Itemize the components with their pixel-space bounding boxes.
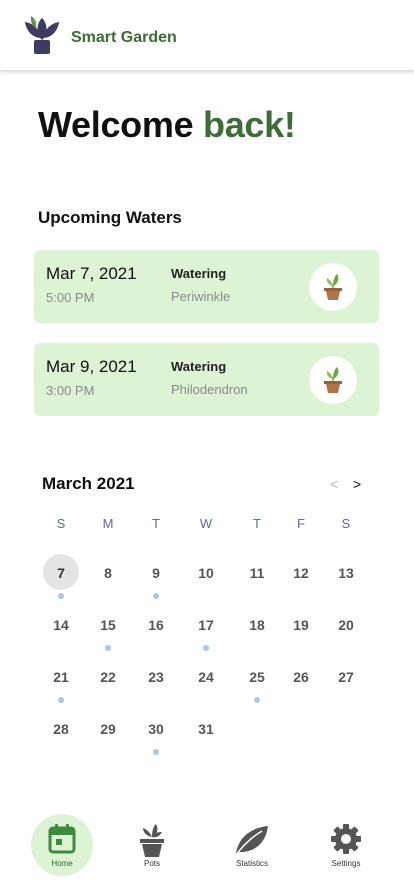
- calendar-month-title: March 2021: [42, 474, 135, 493]
- app-header: Smart Garden: [0, 0, 414, 70]
- calendar-day-number: 26: [293, 669, 309, 685]
- calendar-day-number: 22: [100, 669, 116, 685]
- plant-logo-icon: [22, 14, 62, 56]
- calendar-day-number: 21: [53, 669, 69, 685]
- calendar-day-number: 17: [198, 617, 214, 633]
- potted-plant-icon: [309, 356, 357, 404]
- calendar-day-number: 13: [338, 565, 354, 581]
- weekday-label: M: [102, 516, 114, 531]
- calendar-day-number: 29: [100, 721, 116, 737]
- leaf-icon: [235, 826, 268, 856]
- calendar-day[interactable]: 30: [136, 710, 176, 755]
- watering-event-dot: [153, 749, 159, 755]
- calendar-day[interactable]: 20: [326, 606, 366, 646]
- weekday-label: S: [56, 516, 66, 531]
- potted-plant-icon: [309, 263, 357, 311]
- calendar-day-number: 10: [198, 565, 214, 581]
- calendar-day-number: 12: [293, 565, 309, 581]
- watering-card[interactable]: Mar 9, 2021 3:00 PM Watering Philodendro…: [34, 343, 379, 416]
- plant-name: Periwinkle: [171, 289, 231, 304]
- watering-event-dot: [153, 593, 159, 599]
- calendar-day-number: 9: [152, 565, 160, 581]
- calendar-day-number: 19: [293, 617, 309, 633]
- calendar-day-number: 31: [198, 721, 214, 737]
- calendar-day[interactable]: 27: [326, 658, 366, 698]
- calendar-day[interactable]: 8: [88, 554, 128, 594]
- watering-date: Mar 7, 2021: [46, 264, 137, 283]
- calendar-day[interactable]: 25: [237, 658, 277, 703]
- watering-event-dot: [254, 697, 260, 703]
- calendar-day-number: 30: [148, 721, 164, 737]
- calendar-day[interactable]: 19: [281, 606, 321, 646]
- watering-event-dot: [203, 645, 209, 651]
- gear-icon: [331, 824, 361, 854]
- calendar-day[interactable]: 11: [237, 554, 277, 594]
- calendar-day-number: 25: [249, 669, 265, 685]
- nav-statistics[interactable]: Statistics: [221, 814, 283, 876]
- calendar-day[interactable]: 10: [186, 554, 226, 594]
- upcoming-waters-title: Upcoming Waters: [38, 208, 182, 227]
- watering-event-dot: [58, 593, 64, 599]
- nav-settings[interactable]: Settings: [315, 814, 377, 876]
- next-month-button[interactable]: >: [353, 476, 361, 492]
- welcome-prefix: Welcome: [38, 104, 194, 145]
- nav-statistics-label: Statistics: [235, 859, 268, 868]
- calendar-day[interactable]: 12: [281, 554, 321, 594]
- watering-action: Watering: [171, 266, 227, 281]
- calendar-day-number: 24: [198, 669, 214, 685]
- watering-card[interactable]: Mar 7, 2021 5:00 PM Watering Periwinkle: [34, 250, 379, 323]
- watering-event-dot: [105, 645, 111, 651]
- weekday-label: S: [341, 516, 351, 531]
- calendar-day-number: 28: [53, 721, 69, 737]
- calendar-day[interactable]: 9: [136, 554, 176, 599]
- calendar-day[interactable]: 28: [41, 710, 81, 750]
- calendar-day-number: 23: [148, 669, 164, 685]
- nav-settings-label: Settings: [331, 859, 361, 868]
- welcome-accent: back!: [203, 104, 296, 145]
- calendar-day[interactable]: 31: [186, 710, 226, 750]
- calendar-day[interactable]: 18: [237, 606, 277, 646]
- calendar-day-number: 14: [53, 617, 69, 633]
- nav-home-label: Home: [51, 859, 73, 868]
- calendar-day[interactable]: 14: [41, 606, 81, 646]
- nav-pots-label: Pots: [143, 859, 160, 868]
- plant-name: Philodendron: [171, 382, 248, 397]
- calendar-day[interactable]: 24: [186, 658, 226, 698]
- weekday-label: F: [297, 516, 305, 531]
- watering-time: 5:00 PM: [46, 290, 95, 305]
- calendar-day-number: 15: [100, 617, 116, 633]
- calendar-day[interactable]: 15: [88, 606, 128, 651]
- weekday-label: W: [199, 516, 213, 531]
- calendar-day[interactable]: 26: [281, 658, 321, 698]
- watering-date: Mar 9, 2021: [46, 357, 137, 376]
- calendar-icon: [48, 824, 76, 854]
- pot-icon: [140, 824, 164, 857]
- calendar-day[interactable]: 13: [326, 554, 366, 594]
- calendar-day[interactable]: 16: [136, 606, 176, 646]
- calendar-day-number: 8: [104, 565, 112, 581]
- calendar-day-number: 18: [249, 617, 265, 633]
- calendar-day-number: 7: [57, 565, 65, 581]
- welcome-heading: Welcome back!: [38, 104, 296, 146]
- nav-pots[interactable]: Pots: [121, 814, 183, 876]
- calendar-day-number: 27: [338, 669, 354, 685]
- calendar-day[interactable]: 7: [41, 554, 81, 599]
- bottom-navigation: Home Pots Statistics Settings: [0, 808, 414, 896]
- nav-home[interactable]: Home: [31, 814, 93, 876]
- weekday-label: T: [152, 516, 160, 531]
- calendar-day-number: 16: [148, 617, 164, 633]
- watering-action: Watering: [171, 359, 227, 374]
- weekday-label: T: [253, 516, 261, 531]
- calendar-day-number: 11: [249, 565, 265, 581]
- calendar-day-number: 20: [338, 617, 354, 633]
- calendar-day[interactable]: 21: [41, 658, 81, 703]
- previous-month-button[interactable]: <: [330, 476, 338, 492]
- watering-time: 3:00 PM: [46, 383, 95, 398]
- watering-event-dot: [58, 697, 64, 703]
- calendar-day[interactable]: 29: [88, 710, 128, 750]
- calendar-day[interactable]: 22: [88, 658, 128, 698]
- calendar-day[interactable]: 23: [136, 658, 176, 698]
- calendar-day[interactable]: 17: [186, 606, 226, 651]
- app-title: Smart Garden: [71, 29, 177, 46]
